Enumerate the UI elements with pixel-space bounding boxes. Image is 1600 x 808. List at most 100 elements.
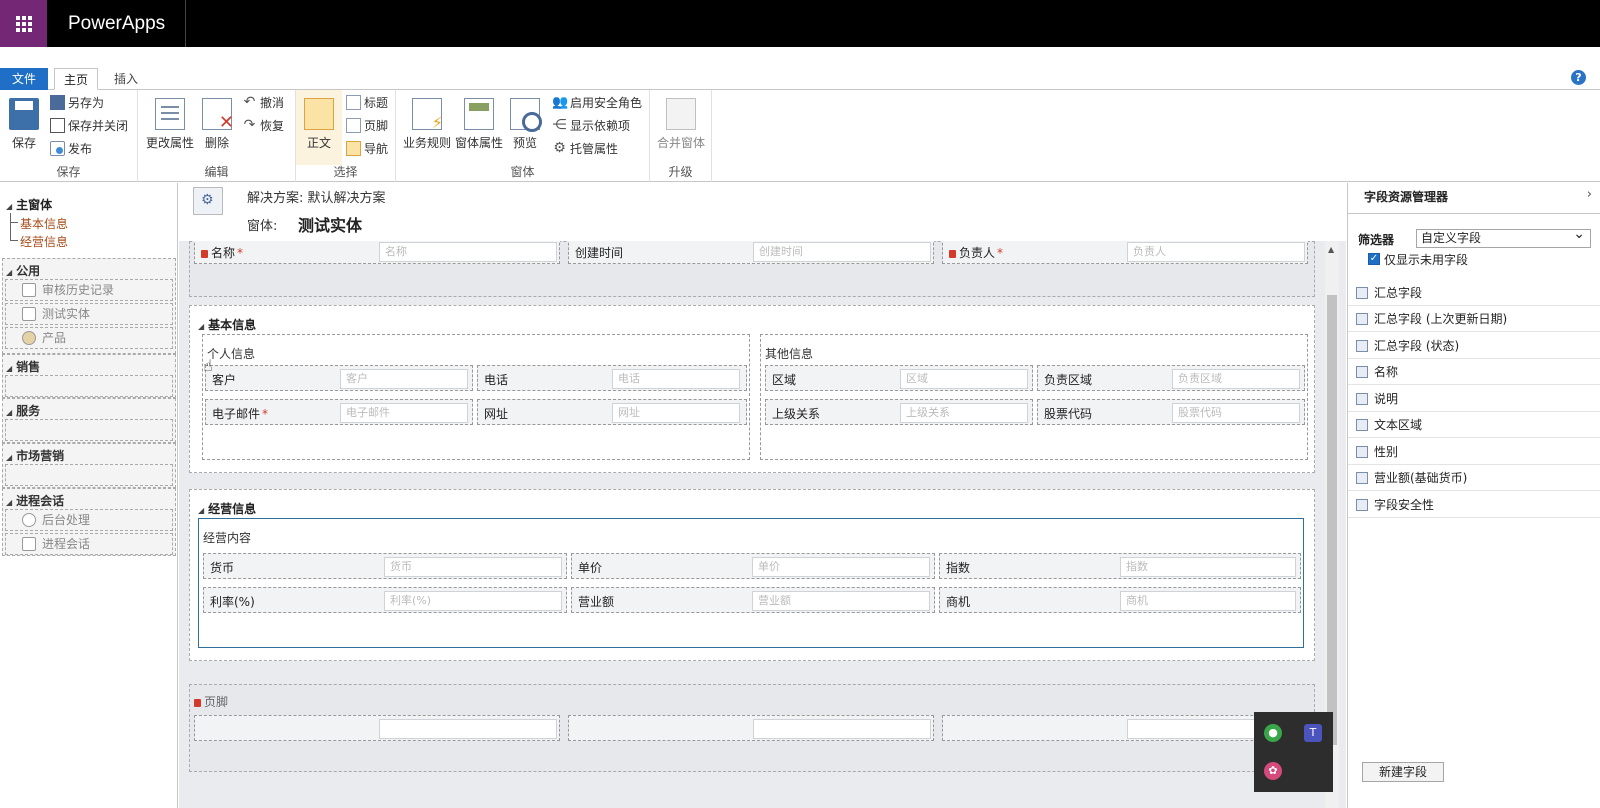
field-parent-relation[interactable]: 上级关系 上级关系: [765, 399, 1033, 425]
field-input[interactable]: 营业额: [752, 591, 930, 611]
field-item[interactable]: 汇总字段 (状态): [1348, 333, 1600, 359]
field-currency[interactable]: 货币 货币: [203, 553, 567, 579]
business-rules-button[interactable]: 业务规则: [402, 98, 452, 151]
field-region[interactable]: 区域 区域: [765, 365, 1033, 391]
app-launcher-button[interactable]: [0, 0, 47, 47]
change-properties-button[interactable]: 更改属性: [144, 98, 196, 151]
wechat-icon[interactable]: ●: [1264, 724, 1282, 742]
field-input[interactable]: 单价: [752, 557, 930, 577]
teams-icon[interactable]: T: [1304, 724, 1322, 742]
form-header-strip[interactable]: 名称 * 名称 创建时间 创建时间 负责人 * 负责人: [189, 241, 1315, 297]
field-input[interactable]: 名称: [379, 242, 557, 262]
security-roles-button[interactable]: 👥 启用安全角色: [552, 92, 642, 112]
field-input[interactable]: 电话: [612, 369, 740, 389]
group-label-form: 窗体: [510, 165, 535, 179]
tab-file[interactable]: 文件: [0, 68, 48, 90]
publish-button[interactable]: 发布: [50, 138, 92, 158]
header-field-name[interactable]: 名称 * 名称: [194, 241, 560, 264]
nav-link-basic[interactable]: 基本信息: [20, 215, 68, 232]
new-field-button[interactable]: 新建字段: [1362, 762, 1444, 782]
section-business-content[interactable]: 经营内容 货币 货币 单价 单价 指数 指数 利率(%) 利率(%) 营业额 营…: [198, 518, 1304, 648]
field-input[interactable]: 客户: [340, 369, 468, 389]
field-input[interactable]: 电子邮件: [340, 403, 468, 423]
footer-slot[interactable]: [568, 715, 934, 741]
field-input[interactable]: 区域: [900, 369, 1028, 389]
header-field-created-on[interactable]: 创建时间 创建时间: [568, 241, 934, 264]
field-unit-price[interactable]: 单价 单价: [571, 553, 935, 579]
field-input[interactable]: 负责区域: [1172, 369, 1300, 389]
field-input[interactable]: 指数: [1120, 557, 1296, 577]
field-input[interactable]: 商机: [1120, 591, 1296, 611]
header-field-owner[interactable]: 负责人 * 负责人: [942, 241, 1308, 264]
redo-button[interactable]: ↷ 恢复: [242, 115, 284, 135]
field-opportunity[interactable]: 商机 商机: [939, 587, 1301, 613]
header-button[interactable]: 标题: [346, 92, 388, 112]
filter-select[interactable]: 自定义字段: [1416, 226, 1591, 248]
field-index[interactable]: 指数 指数: [939, 553, 1301, 579]
field-item[interactable]: 字段安全性: [1348, 492, 1600, 518]
field-item[interactable]: 说明: [1348, 386, 1600, 412]
field-input[interactable]: [753, 719, 931, 739]
nav-item-process-session[interactable]: 进程会话: [5, 533, 173, 555]
field-item[interactable]: 营业额(基础货币): [1348, 465, 1600, 491]
save-close-button[interactable]: 保存并关闭: [50, 115, 128, 135]
field-input[interactable]: 股票代码: [1172, 403, 1300, 423]
nav-empty-slot[interactable]: [5, 464, 173, 486]
field-input[interactable]: 货币: [384, 557, 562, 577]
app-tray-icon[interactable]: ✿: [1264, 762, 1282, 780]
nav-empty-slot[interactable]: [5, 419, 173, 441]
field-input[interactable]: 网址: [612, 403, 740, 423]
nav-link-business[interactable]: 经营信息: [20, 233, 68, 250]
nav-item-test-entity[interactable]: 测试实体: [5, 303, 173, 325]
form-properties-button[interactable]: 窗体属性: [454, 98, 504, 151]
scroll-thumb[interactable]: [1327, 295, 1337, 745]
help-icon[interactable]: ?: [1571, 70, 1586, 85]
chevron-right-icon[interactable]: ›: [1587, 187, 1592, 202]
merge-forms-button[interactable]: 合并窗体: [656, 98, 706, 151]
tab-business-info[interactable]: 经营信息 经营内容 货币 货币 单价 单价 指数 指数 利率(%) 利率(%): [189, 489, 1315, 661]
tab-basic-info[interactable]: 基本信息 个人信息 客户 客户 电话 电话 电子邮件* 电子邮件 网址 网址: [189, 305, 1315, 473]
footer-slot[interactable]: [194, 715, 560, 741]
field-item[interactable]: 汇总字段 (上次更新日期): [1348, 306, 1600, 332]
section-other-info[interactable]: 其他信息 区域 区域 负责区域 负责区域 上级关系 上级关系 股票代码 股票代码: [760, 334, 1308, 460]
show-dependencies-button[interactable]: ⋲ 显示依赖项: [552, 115, 631, 135]
field-website[interactable]: 网址 网址: [477, 399, 747, 425]
field-phone[interactable]: 电话 电话: [477, 365, 747, 391]
body-button[interactable]: 正文: [296, 90, 342, 165]
field-input[interactable]: 负责人: [1127, 242, 1305, 262]
field-email[interactable]: 电子邮件 * 电子邮件: [205, 399, 473, 425]
field-item[interactable]: 文本区域: [1348, 412, 1600, 438]
field-stock-code[interactable]: 股票代码 股票代码: [1037, 399, 1305, 425]
save-button[interactable]: 保存: [8, 98, 40, 151]
scroll-up-icon[interactable]: ▲: [1328, 245, 1334, 254]
field-item[interactable]: 汇总字段: [1348, 280, 1600, 306]
field-responsible-region[interactable]: 负责区域 负责区域: [1037, 365, 1305, 391]
nav-main-form[interactable]: 主窗体: [6, 196, 52, 213]
managed-properties-button[interactable]: ⚙ 托管属性: [552, 138, 618, 158]
only-unused-checkbox[interactable]: ✓: [1368, 253, 1380, 265]
field-turnover[interactable]: 营业额 营业额: [571, 587, 935, 613]
field-input[interactable]: 上级关系: [900, 403, 1028, 423]
field-item[interactable]: 名称: [1348, 359, 1600, 385]
footer-button[interactable]: 页脚: [346, 115, 388, 135]
form-footer[interactable]: 页脚: [189, 684, 1315, 772]
field-interest-rate[interactable]: 利率(%) 利率(%): [203, 587, 567, 613]
nav-item-background[interactable]: 后台处理: [5, 509, 173, 531]
delete-button[interactable]: 删除: [202, 98, 234, 151]
nav-item-audit-history[interactable]: 审核历史记录: [5, 279, 173, 301]
navigation-button[interactable]: 导航: [346, 138, 388, 158]
nav-item-product[interactable]: 产品: [5, 327, 173, 349]
field-customer[interactable]: 客户 客户: [205, 365, 473, 391]
users-icon: 👥: [552, 94, 569, 110]
field-item[interactable]: 性别: [1348, 439, 1600, 465]
save-as-button[interactable]: 另存为: [50, 92, 104, 112]
field-input[interactable]: 创建时间: [753, 242, 931, 262]
preview-button[interactable]: 预览: [510, 98, 542, 151]
field-input[interactable]: 利率(%): [384, 591, 562, 611]
section-personal-info[interactable]: 个人信息 客户 客户 电话 电话 电子邮件 * 电子邮件 网址 网址: [202, 334, 750, 460]
nav-empty-slot[interactable]: [5, 375, 173, 397]
undo-button[interactable]: ↶ 撤消: [242, 92, 284, 112]
field-input[interactable]: [379, 719, 557, 739]
tab-home[interactable]: 主页: [54, 68, 98, 90]
tab-insert[interactable]: 插入: [104, 68, 148, 90]
